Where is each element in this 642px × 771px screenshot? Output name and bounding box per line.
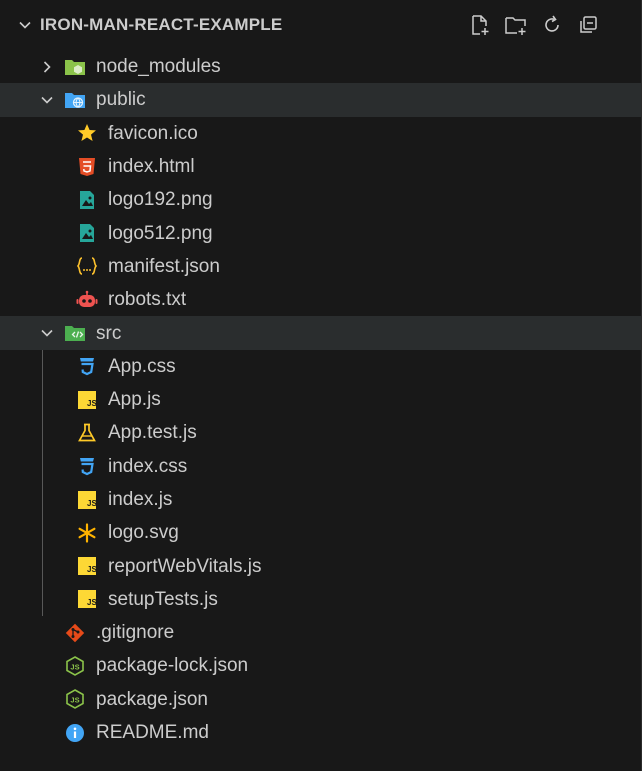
tree-item-app-test-js[interactable]: App.test.js	[0, 416, 641, 449]
tree-item-label: index.css	[108, 455, 188, 477]
tree-item-label: App.css	[108, 355, 176, 377]
json-braces-icon	[76, 255, 98, 277]
tree-item-robots-txt[interactable]: robots.txt	[0, 283, 641, 316]
tree-item-logo192-png[interactable]: logo192.png	[0, 183, 641, 216]
js-icon: JS	[76, 555, 98, 577]
tree-item-package-lock-json[interactable]: JS package-lock.json	[0, 649, 641, 682]
tree-item-label: package-lock.json	[96, 655, 249, 677]
info-icon	[64, 722, 86, 744]
chevron-down-icon[interactable]	[36, 89, 58, 111]
folder-node-icon	[64, 56, 86, 78]
tree-item-src[interactable]: src	[0, 316, 641, 350]
git-icon	[64, 622, 86, 644]
tree-item-label: .gitignore	[96, 622, 175, 644]
tree-item-label: logo192.png	[108, 189, 213, 211]
tree-item-logo512-png[interactable]: logo512.png	[0, 216, 641, 249]
svg-text:JS: JS	[87, 565, 97, 574]
folder-public-icon	[64, 89, 86, 111]
folder-src-icon	[64, 322, 86, 344]
js-icon: JS	[76, 588, 98, 610]
tree-item-label: App.js	[108, 389, 161, 411]
tree-item-app-js[interactable]: JS App.js	[0, 383, 641, 416]
tree-item-setuptests-js[interactable]: JS setupTests.js	[0, 583, 641, 616]
tree-item-label: manifest.json	[108, 255, 220, 277]
tree-item-app-css[interactable]: App.css	[0, 350, 641, 383]
explorer-actions	[467, 12, 601, 38]
svg-text:JS: JS	[70, 662, 79, 671]
tree-item-label: README.md	[96, 722, 209, 744]
tree-item-label: reportWebVitals.js	[108, 555, 262, 577]
js-icon: JS	[76, 489, 98, 511]
tree-item-label: package.json	[96, 688, 208, 710]
image-icon	[76, 222, 98, 244]
tree-item-node-modules[interactable]: node_modules	[0, 50, 641, 83]
tree-item-readme-md[interactable]: README.md	[0, 716, 641, 749]
tree-item-favicon-ico[interactable]: favicon.ico	[0, 117, 641, 150]
tree-item-label: index.js	[108, 489, 173, 510]
tree-item-index-html[interactable]: index.html	[0, 150, 641, 183]
robot-icon	[76, 289, 98, 311]
js-icon: JS	[76, 389, 98, 411]
nodejs-icon: JS	[64, 688, 86, 710]
tree-item-package-json[interactable]: JS package.json	[0, 683, 641, 716]
tree-item-label: public	[96, 89, 146, 111]
svg-text:JS: JS	[87, 499, 97, 508]
tree-item-logo-svg[interactable]: logo.svg	[0, 516, 641, 549]
indent-guide	[42, 349, 43, 617]
tree-item-index-js[interactable]: JS index.js	[0, 483, 641, 516]
chevron-down-icon[interactable]	[36, 322, 58, 344]
tree-item-manifest-json[interactable]: manifest.json	[0, 250, 641, 283]
tree-item-label: favicon.ico	[108, 122, 198, 144]
tree-item-label: setupTests.js	[108, 588, 218, 610]
tree-item-label: logo512.png	[108, 222, 213, 244]
svg-text:JS: JS	[87, 598, 97, 607]
file-tree: node_modules public favicon.ico index.ht…	[0, 50, 641, 749]
svg-text:JS: JS	[87, 399, 97, 408]
tree-item-gitignore[interactable]: .gitignore	[0, 616, 641, 649]
tree-item-label: App.test.js	[108, 422, 197, 444]
refresh-icon[interactable]	[539, 12, 565, 38]
collapse-all-icon[interactable]	[575, 12, 601, 38]
css3-icon	[76, 355, 98, 377]
tree-item-public[interactable]: public	[0, 83, 641, 117]
image-icon	[76, 189, 98, 211]
tree-item-index-css[interactable]: index.css	[0, 450, 641, 483]
tree-item-label: node_modules	[96, 56, 221, 78]
tree-item-label: logo.svg	[108, 522, 179, 544]
tree-item-reportwebvitals-js[interactable]: JS reportWebVitals.js	[0, 549, 641, 582]
explorer-panel: IRON-MAN-REACT-EXAMPLE node_modules publ…	[0, 0, 642, 771]
nodejs-icon: JS	[64, 655, 86, 677]
css3-icon	[76, 455, 98, 477]
explorer-title: IRON-MAN-REACT-EXAMPLE	[40, 15, 283, 34]
tree-item-label: src	[96, 322, 122, 344]
svg-asterisk-icon	[76, 522, 98, 544]
flask-icon	[76, 422, 98, 444]
tree-item-label: index.html	[108, 156, 195, 178]
new-folder-icon[interactable]	[503, 12, 529, 38]
html5-icon	[76, 156, 98, 178]
tree-item-label: robots.txt	[108, 289, 187, 311]
svg-text:JS: JS	[70, 696, 79, 705]
chevron-right-icon[interactable]	[36, 56, 58, 78]
chevron-down-icon[interactable]	[14, 14, 36, 36]
star-icon	[76, 122, 98, 144]
new-file-icon[interactable]	[467, 12, 493, 38]
explorer-header[interactable]: IRON-MAN-REACT-EXAMPLE	[0, 0, 641, 50]
